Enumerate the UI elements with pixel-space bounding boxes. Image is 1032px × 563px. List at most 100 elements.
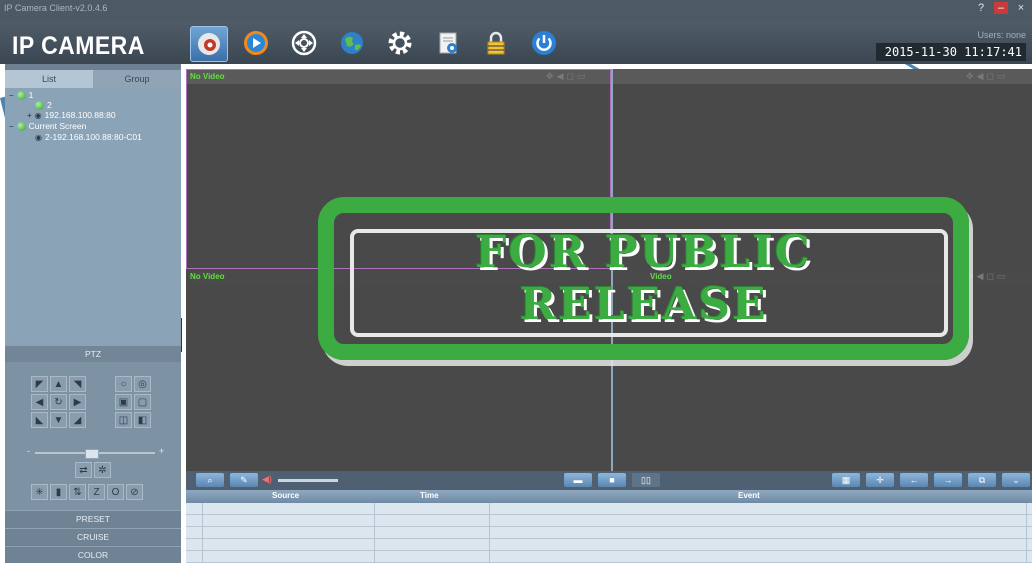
target-icon: ✛ — [876, 475, 884, 486]
camera-icon — [195, 30, 223, 58]
device-tree: − 1 2 + ◉ 192.168.100.88:80 − Current Sc… — [5, 88, 181, 350]
tree-node-label: 2-192.168.100.88:80-C01 — [45, 132, 142, 142]
zoom-out-button[interactable]: ○ — [115, 376, 132, 392]
light-button[interactable]: ✳ — [31, 484, 48, 500]
previous-button[interactable]: ← — [900, 473, 928, 487]
rotate-icon: ↻ — [54, 397, 62, 408]
speaker-icon[interactable]: ◀) — [262, 474, 272, 485]
volume-slider[interactable] — [278, 479, 338, 482]
gear-small-icon: ✲ — [98, 465, 106, 476]
table-row[interactable] — [186, 551, 1032, 563]
close-button[interactable]: × — [1014, 2, 1028, 14]
pane-3-status: No Video — [190, 272, 225, 281]
minimize-button[interactable]: – — [994, 2, 1008, 14]
cruise-toggle-button[interactable]: O — [107, 484, 124, 500]
camera-small-icon: ◉ — [35, 111, 42, 120]
ptz-up-right-button[interactable]: ◥ — [69, 376, 86, 392]
next-button[interactable]: → — [934, 473, 962, 487]
fullscreen-button[interactable]: ⧉ — [968, 473, 996, 487]
ptz-left-button[interactable]: ◀ — [31, 394, 48, 410]
lock-button[interactable] — [478, 26, 514, 60]
column-source[interactable]: Source — [272, 491, 299, 500]
power-icon — [530, 29, 558, 57]
tree-node-root[interactable]: − 1 — [9, 90, 33, 100]
arrow-up-icon: ▲ — [54, 379, 64, 390]
column-time[interactable]: Time — [420, 491, 439, 500]
focus-near-button[interactable]: ▣ — [115, 394, 132, 410]
slider-minus-label: - — [27, 446, 30, 456]
talk-button[interactable]: ▯▯ — [632, 473, 660, 487]
exit-button[interactable] — [526, 26, 562, 60]
track-button[interactable]: Z — [88, 484, 105, 500]
tree-node-label: 2 — [47, 100, 52, 110]
main-header: IP CAMERA Users: none 2015-11-30 11:17:4… — [0, 22, 1032, 64]
network-button[interactable] — [334, 26, 370, 60]
snapshot-icon: ■ — [609, 475, 614, 485]
tree-node-channel[interactable]: ◉ 2-192.168.100.88:80-C01 — [35, 132, 142, 142]
tab-group[interactable]: Group — [93, 70, 181, 88]
ptz-down-right-button[interactable]: ◢ — [69, 412, 86, 428]
search-button[interactable]: ⌕ — [196, 473, 224, 487]
ptz-right-button[interactable]: ▶ — [69, 394, 86, 410]
ptz-toggle-button[interactable]: ✛ — [866, 473, 894, 487]
tree-node-child[interactable]: 2 — [35, 100, 52, 110]
color-section[interactable]: COLOR — [5, 546, 181, 563]
arrow-up-left-icon: ◤ — [36, 379, 44, 390]
column-event[interactable]: Event — [738, 491, 760, 500]
ptz-swap-button[interactable]: ⇄ — [75, 462, 92, 478]
users-status: Users: none — [977, 30, 1026, 40]
log-button[interactable] — [430, 26, 466, 60]
table-row[interactable] — [186, 527, 1032, 539]
device-status-icon — [17, 91, 26, 100]
table-row[interactable] — [186, 503, 1032, 515]
ptz-up-left-button[interactable]: ◤ — [31, 376, 48, 392]
help-button[interactable]: ? — [974, 2, 988, 14]
preset-section[interactable]: PRESET — [5, 510, 181, 527]
screen-status-icon — [17, 122, 26, 131]
wiper-button[interactable]: ▮ — [50, 484, 67, 500]
iris-close-button[interactable]: ◫ — [115, 412, 132, 428]
ptz-up-button[interactable]: ▲ — [50, 376, 67, 392]
stop-button[interactable]: ⊘ — [126, 484, 143, 500]
search-icon: ⌕ — [207, 475, 212, 486]
track-icon: Z — [93, 487, 99, 498]
pane-4-controls: ✥◀◻▭ — [966, 271, 1008, 282]
ptz-button[interactable] — [286, 26, 322, 60]
ptz-down-left-button[interactable]: ◣ — [31, 412, 48, 428]
mic-button[interactable]: ✎ — [230, 473, 258, 487]
column-divider — [1026, 503, 1027, 562]
snapshot-button[interactable]: ■ — [598, 473, 626, 487]
ptz-header[interactable]: PTZ — [5, 346, 181, 362]
layout-button[interactable]: ▦ — [832, 473, 860, 487]
ptz-down-button[interactable]: ▼ — [50, 412, 67, 428]
scan-icon: ⇅ — [73, 487, 81, 498]
cruise-section[interactable]: CRUISE — [5, 528, 181, 545]
tab-list[interactable]: List — [5, 70, 93, 88]
talk-icon: ▯▯ — [641, 475, 651, 486]
live-view-button[interactable] — [190, 26, 228, 62]
bottom-toolbar: ⌕ ✎ ◀) ▬ ■ ▯▯ ▦ ✛ ← → ⧉ ⌄ — [186, 471, 1032, 490]
globe-icon — [338, 29, 366, 57]
fullscreen-icon: ⧉ — [979, 475, 985, 486]
scan-button[interactable]: ⇅ — [69, 484, 86, 500]
pane-1-controls: ✥◀◻▭ — [546, 71, 588, 82]
column-divider — [374, 503, 375, 562]
expand-button[interactable]: ⌄ — [1002, 473, 1030, 487]
zoom-in-button[interactable]: ◎ — [134, 376, 151, 392]
focus-far-button[interactable]: ▢ — [134, 394, 151, 410]
tree-node-device[interactable]: + ◉ 192.168.100.88:80 — [27, 110, 116, 120]
playback-button[interactable] — [238, 26, 274, 60]
iris-open-button[interactable]: ◧ — [134, 412, 151, 428]
tree-node-label: 192.168.100.88:80 — [45, 110, 116, 120]
ptz-speed-knob[interactable] — [85, 449, 99, 459]
left-panel: List Group − 1 2 + ◉ 192.168.100.88:80 −… — [5, 64, 181, 562]
settings-button[interactable] — [382, 26, 418, 60]
record-button[interactable]: ▬ — [564, 473, 592, 487]
table-row[interactable] — [186, 539, 1032, 551]
ptz-settings-button[interactable]: ✲ — [94, 462, 111, 478]
pane-1-status: No Video — [190, 72, 225, 81]
light-icon: ✳ — [35, 487, 43, 498]
ptz-auto-button[interactable]: ↻ — [50, 394, 67, 410]
tree-node-current-screen[interactable]: − Current Screen — [9, 121, 86, 131]
table-row[interactable] — [186, 515, 1032, 527]
